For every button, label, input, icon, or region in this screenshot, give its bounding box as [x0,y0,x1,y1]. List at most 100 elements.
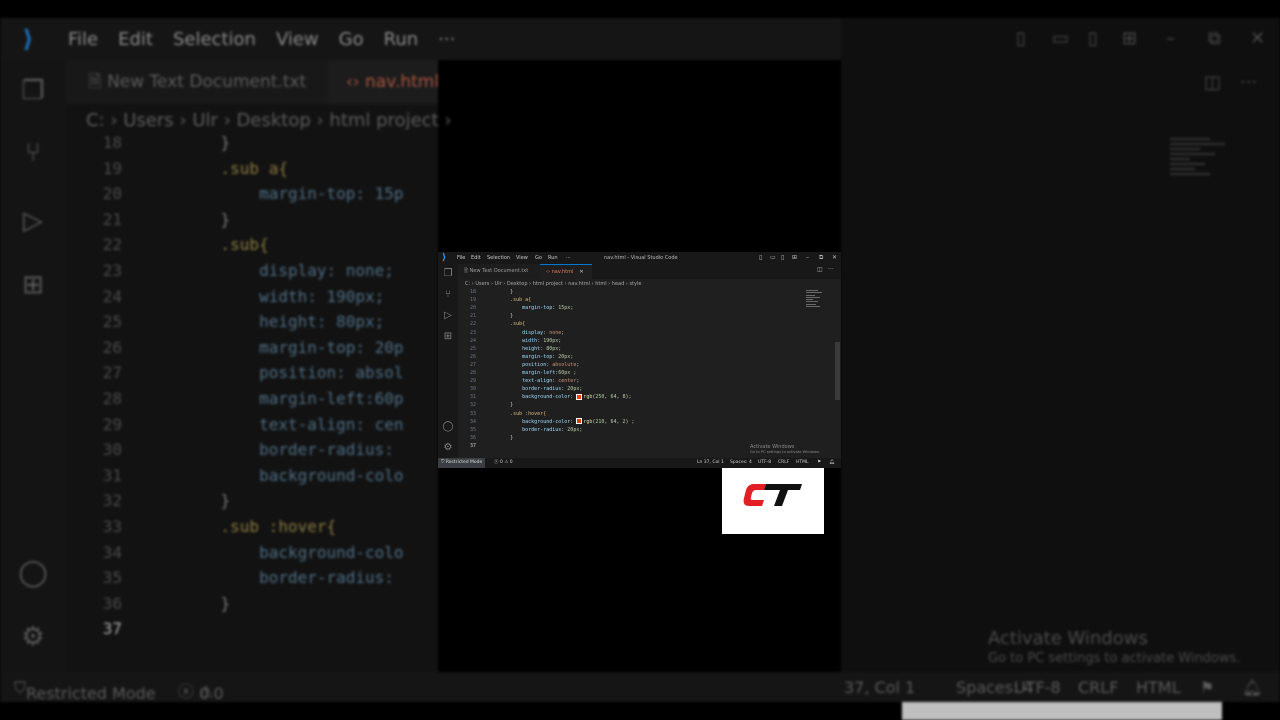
bg-code-text: } [182,209,231,229]
code-line[interactable]: 34 background-color: rgb(210, 64, 2) ; [458,418,635,426]
code-line[interactable]: 23 display: none; [458,329,564,337]
menu-edit[interactable]: Edit [471,253,481,263]
bg-close-icon: ✕ [1250,28,1266,49]
code-line[interactable]: 30 border-radius: 20px; [458,385,582,393]
restore-icon[interactable]: ⧉ [819,253,823,263]
code-line[interactable]: 29 text-align: center; [458,377,579,385]
code-line[interactable]: 26 margin-top: 20px; [458,353,573,361]
code-line[interactable]: 31 background-color: rgb(250, 64, 8); [458,393,632,401]
color-swatch[interactable] [576,393,583,400]
code-line[interactable]: 35 border-radius: 20px; [458,426,582,434]
code-token: text-align [486,378,553,385]
manage-settings-icon[interactable]: ⚙ [442,442,454,454]
end-of-line[interactable]: CRLF [778,458,789,468]
bg-code-text: border-radius: [182,440,394,460]
code-token: margin-top [486,353,553,360]
cursor-position[interactable]: Ln 37, Col 1 [697,458,724,468]
code-line[interactable]: 33 .sub :hover{ [458,410,546,418]
explorer-icon[interactable]: ❐ [442,268,454,280]
restricted-mode-badge[interactable]: ⛉ Restricted Mode [438,458,486,468]
bg-tab-inactive: 🗎 New Text Document.txt [66,60,328,104]
menu-view[interactable]: View [516,253,528,263]
language-mode[interactable]: HTML [796,458,809,468]
bg-tab-active: ‹› nav.html [328,60,438,104]
activate-subtitle: Go to PC settings to activate Windows. [750,450,820,454]
bg-code-text: } [182,491,231,511]
breadcrumb-item[interactable]: style [629,281,641,287]
code-token: position [486,361,547,368]
breadcrumb-item[interactable]: html [595,281,606,287]
minimize-icon[interactable]: – [806,253,809,263]
breadcrumb-item[interactable]: Ulr [495,281,502,287]
tab-nav-html[interactable]: ‹› nav.html ✕ [540,264,592,279]
bg-line-number: 34 [102,542,122,562]
editor-scrollbar[interactable] [835,342,840,400]
tab-new-text-document[interactable]: 🗎 New Text Document.txt [458,264,540,279]
minimap[interactable] [806,290,828,312]
bg-code-line: 28 margin-left:60p [66,389,404,415]
window-title: nav.html - Visual Studio Code [604,255,678,261]
more-actions-icon[interactable]: ··· [828,266,834,273]
breadcrumb-item[interactable]: html project [533,281,563,287]
feedback-icon[interactable]: ⚑ [817,458,821,468]
encoding[interactable]: UTF-8 [758,458,771,468]
code-line[interactable]: 32 } [458,401,513,409]
bg-eol: CRLF [1078,678,1119,697]
code-line[interactable]: 18 } [458,288,513,296]
bg-activate-subtitle: Go to PC settings to activate Windows. [988,651,1241,666]
breadcrumb-item[interactable]: Desktop [507,281,528,287]
code-token: } [486,434,514,441]
color-swatch[interactable] [576,418,583,425]
line-number: 22 [469,321,476,328]
notifications-bell-icon[interactable]: 🔔︎ [829,458,835,468]
customize-layout-icon[interactable]: ⊞ [792,253,797,263]
code-line[interactable]: 24 width: 190px; [458,337,561,345]
bg-tab-active-label: nav.html [365,72,438,92]
bg-code-line: 18 } [66,133,230,159]
problems-indicator[interactable]: ⓧ 0 ⚠ 0 [494,458,513,468]
split-editor-icon[interactable]: ◫ [817,266,823,273]
code-line[interactable]: 37 [458,442,486,450]
toggle-panel-icon[interactable]: ▭ [770,253,776,263]
code-line[interactable]: 25 height: 80px; [458,345,561,353]
menu-file[interactable]: File [457,253,465,263]
bg-warnings-count: 0 [213,684,224,703]
bg-activate-title: Activate Windows [988,628,1148,649]
bg-more-actions-icon: ··· [1240,72,1258,93]
bg-language-mode: HTML [1136,678,1181,697]
menu-go[interactable]: Go [535,253,542,263]
bg-problems: ⓧ 0 ⚠ 0 [178,682,224,703]
breadcrumb-item[interactable]: head [612,281,624,287]
menu-run[interactable]: Run [548,253,558,263]
bg-minimize-icon: – [1166,28,1175,49]
bg-code-text: text-align: cen [182,414,404,434]
indentation[interactable]: Spaces: 4 [730,458,752,468]
close-window-icon[interactable]: ✕ [832,253,837,263]
breadcrumb-item[interactable]: Users [475,281,489,287]
code-line[interactable]: 21 } [458,312,513,320]
code-editor[interactable]: 18 } 19 .sub a{20 margin-top: 15px; 21 } 22… [458,288,841,458]
extensions-icon[interactable]: ⊞ [442,331,454,343]
line-number: 24 [469,337,476,344]
code-line[interactable]: 36 } [458,434,513,442]
code-line[interactable]: 20 margin-top: 15px; [458,304,573,312]
bg-code-text: border-radius: [182,568,394,588]
bg-code-text: .sub{ [182,235,269,255]
breadcrumb-item[interactable]: nav.html [568,281,590,287]
code-line[interactable]: 28 margin-left:60px ; [458,369,576,377]
line-number: 37 [469,442,476,449]
menu-more[interactable]: ··· [566,253,571,263]
menu-selection[interactable]: Selection [487,253,510,263]
bg-code-line: 32 } [66,491,230,517]
toggle-secondary-sidebar-icon[interactable]: ▯ [781,253,784,263]
code-line[interactable]: 27 position: absolute; [458,361,579,369]
bg-minimap [1170,138,1230,198]
code-line[interactable]: 22 .sub{ [458,320,525,328]
code-token: } [486,313,514,320]
run-debug-icon[interactable]: ▷ [442,310,454,322]
close-tab-icon[interactable]: ✕ [579,269,583,275]
toggle-primary-sidebar-icon[interactable]: ▯ [759,253,762,263]
code-line[interactable]: 19 .sub a{ [458,296,531,304]
source-control-icon[interactable]: ⑂ [442,289,454,301]
account-icon[interactable]: ◯ [442,421,454,433]
